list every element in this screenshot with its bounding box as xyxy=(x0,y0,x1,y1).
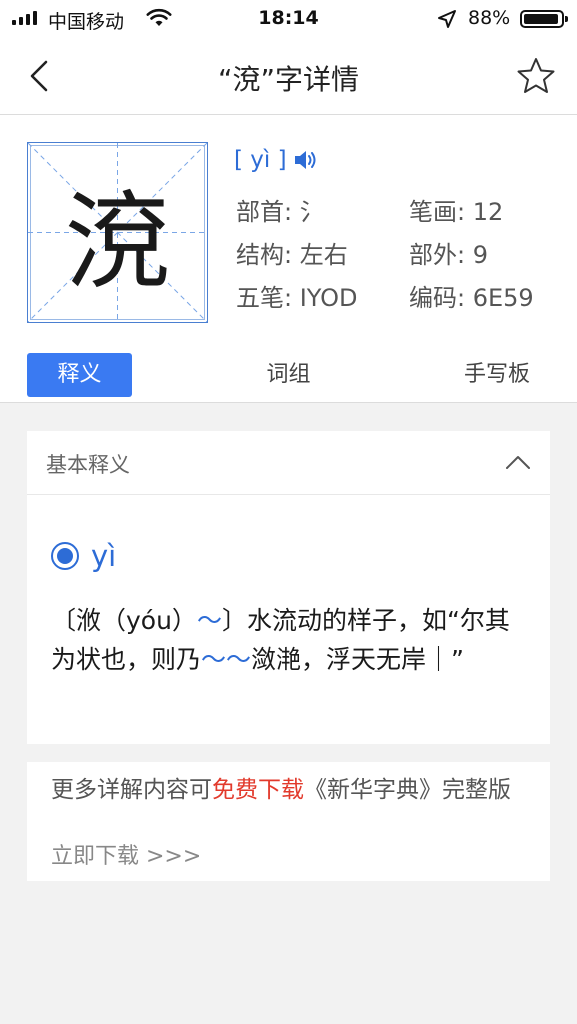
extra-strokes-info: 部外: 9 xyxy=(409,241,488,269)
promo-text: 更多详解内容可免费下载《新华字典》完整版 xyxy=(51,776,531,805)
download-now-link[interactable]: 立即下载 >>> xyxy=(51,838,201,870)
location-arrow-icon xyxy=(438,10,456,28)
definition-tilde: ～ xyxy=(196,606,222,635)
character-grid-box: 渷 xyxy=(27,142,208,323)
speaker-icon[interactable] xyxy=(293,149,319,171)
nav-bar: “渷”字详情 xyxy=(0,38,577,115)
favorite-star-icon[interactable] xyxy=(516,56,556,96)
promo-card: 更多详解内容可免费下载《新华字典》完整版 立即下载 >>> xyxy=(27,762,550,881)
radical-info: 部首: 氵 xyxy=(236,198,324,226)
definition-text: 〔浟（yóu）～〕水流动的样子，如“尔其为状也，则乃～～潋滟，浮天无岸｜” xyxy=(51,601,531,679)
tab-meaning[interactable]: 释义 xyxy=(27,353,132,397)
radio-selected-icon xyxy=(51,542,79,570)
code-info: 编码: 6E59 xyxy=(409,284,534,312)
strokes-info: 笔画: 12 xyxy=(409,198,504,226)
structure-info: 结构: 左右 xyxy=(236,241,348,269)
definition-part: 〔浟（yóu） xyxy=(51,606,197,635)
chevron-up-icon[interactable] xyxy=(505,453,531,471)
promo-text-part: 《新华字典》完整版 xyxy=(304,777,511,803)
definition-tilde: ～～ xyxy=(201,645,252,674)
sense-pinyin: yì xyxy=(91,539,117,573)
promo-text-part: 更多详解内容可 xyxy=(51,777,212,803)
basic-meaning-title: 基本释义 xyxy=(46,453,130,477)
tab-phrases[interactable]: 词组 xyxy=(236,353,341,397)
tab-handwriting[interactable]: 手写板 xyxy=(442,353,552,397)
wubi-info: 五笔: IYOD xyxy=(236,284,358,312)
page-title: “渷”字详情 xyxy=(217,63,359,96)
character-pinyin: [ yì ] xyxy=(234,147,287,173)
battery-icon xyxy=(520,10,568,28)
battery-percent: 88% xyxy=(468,7,511,29)
definition-part: 潋滟，浮天无岸｜” xyxy=(251,645,464,674)
sense-pinyin-row: yì xyxy=(51,539,116,573)
free-download-highlight[interactable]: 免费下载 xyxy=(212,777,304,803)
pinyin-row: [ yì ] xyxy=(234,147,319,173)
status-bar: 中国移动 18:14 88% xyxy=(0,0,577,38)
tab-bar: 释义 词组 手写板 xyxy=(0,345,577,403)
basic-meaning-card: 基本释义 yì 〔浟（yóu）～〕水流动的样子，如“尔其为状也，则乃～～潋滟，浮… xyxy=(27,431,550,744)
character-glyph: 渷 xyxy=(64,180,171,304)
basic-meaning-header[interactable]: 基本释义 xyxy=(27,431,550,495)
